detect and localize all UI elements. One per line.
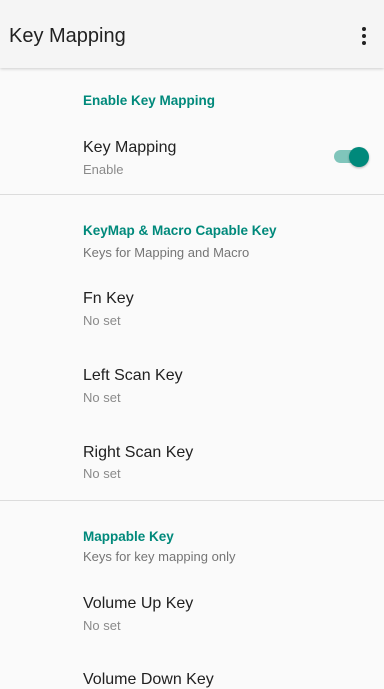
pref-fn-key-summary: No set (83, 313, 121, 328)
more-vert-icon[interactable] (350, 20, 378, 52)
pref-key-mapping[interactable] (0, 125, 384, 193)
pref-key-mapping-summary: Enable (83, 162, 124, 177)
section-subtitle-keymap-macro: Keys for Mapping and Macro (83, 245, 250, 260)
pref-key-mapping-title: Key Mapping (83, 139, 177, 156)
pref-left-scan-key-summary: No set (83, 390, 121, 405)
pref-fn-key[interactable] (0, 276, 384, 348)
pref-volume-up-key-title: Volume Up Key (83, 595, 194, 612)
pref-right-scan-key-summary: No set (83, 466, 121, 481)
pref-volume-up-key[interactable] (0, 580, 384, 648)
pref-left-scan-key[interactable] (0, 354, 384, 426)
switch-thumb (349, 147, 369, 167)
section-header-enable-key-mapping: Enable Key Mapping (83, 93, 216, 108)
pref-right-scan-key[interactable] (0, 430, 384, 498)
section-header-keymap-macro: KeyMap & Macro Capable Key (83, 223, 277, 238)
key-mapping-toggle-switch[interactable] (334, 147, 369, 167)
divider (0, 500, 384, 501)
section-header-mappable-key: Mappable Key (83, 529, 174, 544)
section-subtitle-mappable-key: Keys for key mapping only (83, 549, 236, 564)
pref-volume-up-key-summary: No set (83, 618, 121, 633)
divider (0, 194, 384, 195)
app-bar: Key Mapping (0, 0, 384, 68)
pref-right-scan-key-title: Right Scan Key (83, 444, 194, 461)
app-bar-title: Key Mapping (9, 25, 126, 47)
pref-left-scan-key-title: Left Scan Key (83, 367, 183, 384)
pref-fn-key-title: Fn Key (83, 290, 134, 307)
pref-volume-down-key-title: Volume Down Key (83, 671, 214, 688)
